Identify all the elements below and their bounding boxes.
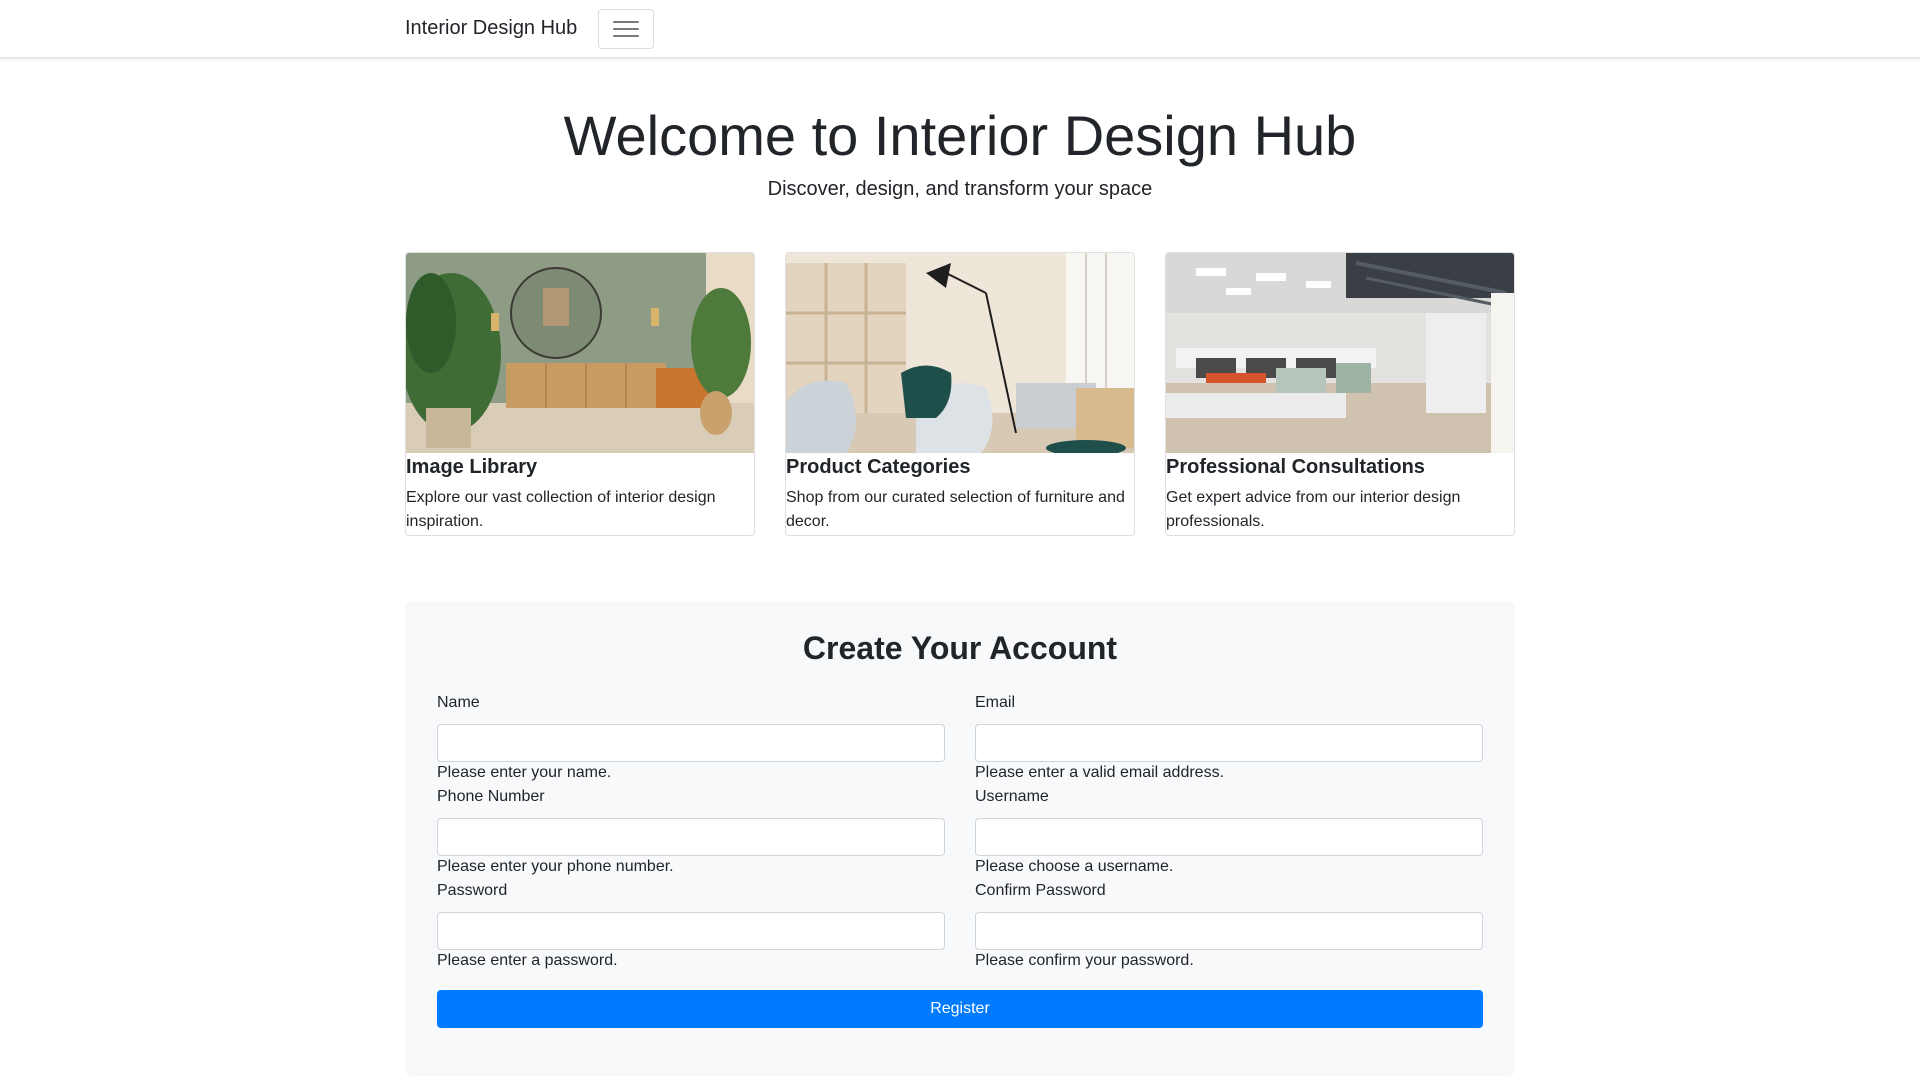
password-input[interactable] <box>437 912 945 950</box>
hamburger-menu-icon <box>613 19 639 39</box>
card-text: Get expert advice from our interior desi… <box>1166 489 1461 530</box>
confirm-password-label: Confirm Password <box>975 882 1106 899</box>
navbar: Interior Design Hub <box>0 0 1920 58</box>
page-subtitle: Discover, design, and transform your spa… <box>767 178 1153 200</box>
name-label: Name <box>437 694 480 711</box>
card-text: Shop from our curated selection of furni… <box>786 489 1125 530</box>
card-title: Image Library <box>406 456 538 478</box>
card-image-library: Image Library Explore our vast collectio… <box>405 252 755 536</box>
card-image-office <box>1166 253 1514 453</box>
username-label: Username <box>975 788 1049 805</box>
email-help: Please enter a valid email address. <box>975 764 1225 781</box>
card-image-lounge <box>786 253 1134 453</box>
card-title: Product Categories <box>786 456 971 478</box>
card-professional-consultations: Professional Consultations Get expert ad… <box>1165 252 1515 536</box>
phone-label: Phone Number <box>437 788 545 805</box>
email-label: Email <box>975 694 1016 711</box>
page-title: Welcome to Interior Design Hub <box>563 104 1357 167</box>
navbar-brand[interactable]: Interior Design Hub <box>405 14 577 42</box>
register-button[interactable]: Register <box>437 990 1483 1028</box>
email-input[interactable] <box>975 724 1483 762</box>
password-help: Please enter a password. <box>437 952 618 969</box>
navbar-toggler-button[interactable] <box>598 9 654 49</box>
username-help: Please choose a username. <box>975 858 1174 875</box>
confirm-password-input[interactable] <box>975 912 1483 950</box>
name-input[interactable] <box>437 724 945 762</box>
username-input[interactable] <box>975 818 1483 856</box>
confirm-password-help: Please confirm your password. <box>975 952 1194 969</box>
card-title: Professional Consultations <box>1166 456 1425 478</box>
password-label: Password <box>437 882 508 899</box>
card-product-categories: Product Categories Shop from our curated… <box>785 252 1135 536</box>
card-image-living-room <box>406 253 754 453</box>
form-title: Create Your Account <box>802 630 1118 666</box>
name-help: Please enter your name. <box>437 764 612 781</box>
card-text: Explore our vast collection of interior … <box>406 489 716 530</box>
phone-input[interactable] <box>437 818 945 856</box>
phone-help: Please enter your phone number. <box>437 858 674 875</box>
